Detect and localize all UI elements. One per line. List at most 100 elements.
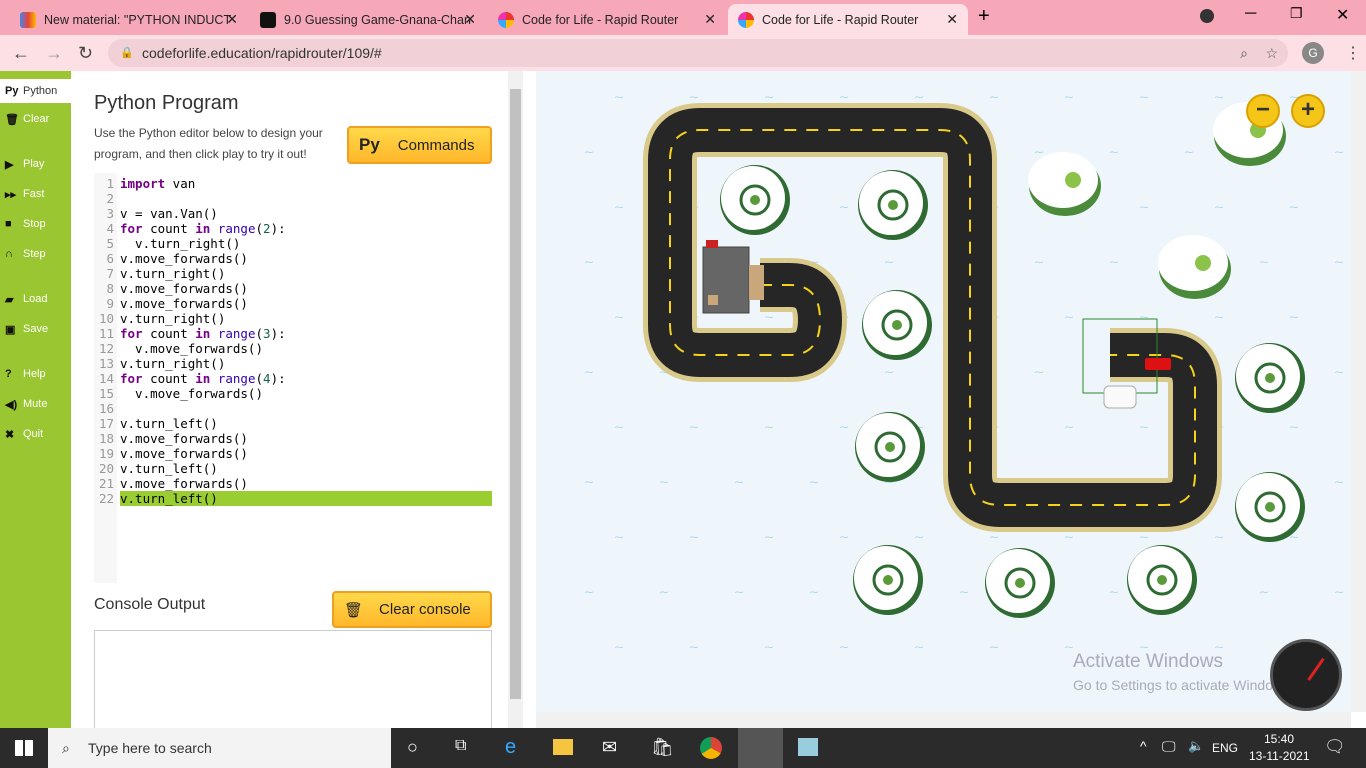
- code-line[interactable]: 22 v.turn_left(): [94, 491, 492, 506]
- code-line[interactable]: 16: [94, 401, 492, 416]
- snow-mark: ⁓: [810, 477, 819, 487]
- panel-scrollbar[interactable]: [508, 71, 523, 728]
- sidebar-item-mute[interactable]: ◀) Mute: [0, 393, 71, 415]
- minimize-button[interactable]: ─: [1245, 5, 1256, 23]
- sidebar-item-load[interactable]: ▰ Load: [0, 288, 71, 310]
- notifications-icon[interactable]: 🗨: [1324, 737, 1346, 757]
- sidebar-item-help[interactable]: ? Help: [0, 363, 71, 385]
- sidebar-item-save[interactable]: ▣ Save: [0, 318, 71, 340]
- close-tab-icon[interactable]: ✕: [704, 11, 716, 28]
- code-line[interactable]: 21 v.move_forwards(): [94, 476, 492, 491]
- code-line[interactable]: 15 v.move_forwards(): [94, 386, 492, 401]
- code-editor[interactable]: 1 import van 2 3 v = van.Van() 4 for count in …: [94, 173, 492, 583]
- zoom-out-button[interactable]: −: [1246, 94, 1280, 128]
- sidebar-item-clear[interactable]: 🗑 Clear: [0, 108, 71, 130]
- maximize-button[interactable]: ❐: [1290, 5, 1303, 22]
- code-line[interactable]: 17 v.turn_left(): [94, 416, 492, 431]
- browser-tab[interactable]: Code for Life - Rapid Router ✕: [488, 4, 726, 35]
- url-input[interactable]: 🔒 codeforlife.education/rapidrouter/109/#…: [108, 39, 1288, 67]
- close-tab-icon[interactable]: ✕: [464, 11, 476, 28]
- code-line[interactable]: 13 v.turn_right(): [94, 356, 492, 371]
- code-line[interactable]: 4 for count in range(2):: [94, 221, 492, 236]
- code-line[interactable]: 12 v.move_forwards(): [94, 341, 492, 356]
- volume-icon[interactable]: 🔈: [1188, 738, 1204, 754]
- codeforlife-icon: [738, 11, 754, 28]
- snow-mark: ⁓: [990, 642, 999, 652]
- code-line[interactable]: 14 for count in range(4):: [94, 371, 492, 386]
- taskbar-search-input[interactable]: ⌕ Type here to search: [48, 728, 391, 768]
- forward-button[interactable]: →: [45, 43, 63, 64]
- trash-icon: 🗑: [344, 601, 364, 619]
- game-scrollbar-horizontal[interactable]: [536, 712, 1351, 728]
- code-line[interactable]: 1 import van: [94, 176, 492, 191]
- reload-button[interactable]: ↻: [78, 43, 93, 64]
- snow-mark: ⁓: [615, 422, 624, 432]
- edge-icon[interactable]: e: [505, 736, 516, 759]
- close-window-button[interactable]: ✕: [1336, 5, 1349, 25]
- show-hidden-icons[interactable]: ^: [1140, 738, 1147, 754]
- tab-strip: New material: "PYTHON INDUCT ✕ 9.0 Guessi…: [0, 0, 1366, 35]
- code-line[interactable]: 9 v.move_forwards(): [94, 296, 492, 311]
- snow-mark: ⁓: [1140, 92, 1149, 102]
- sidebar-item-stop[interactable]: ■ Stop: [0, 213, 71, 235]
- file-explorer-icon[interactable]: [553, 739, 573, 755]
- profile-avatar[interactable]: G: [1302, 42, 1324, 64]
- code-line[interactable]: 6 v.move_forwards(): [94, 251, 492, 266]
- folder-icon: ▰: [5, 293, 14, 306]
- game-scrollbar-vertical[interactable]: [1351, 71, 1366, 712]
- console-output[interactable]: [94, 630, 492, 730]
- cortana-icon[interactable]: ○: [407, 737, 418, 758]
- clear-console-button[interactable]: 🗑 Clear console: [332, 591, 492, 628]
- snow-mark: ⁓: [1035, 147, 1044, 157]
- sidebar-item-fast[interactable]: ▸▸ Fast: [0, 183, 71, 205]
- code-line[interactable]: 3v = van.Van(): [94, 206, 492, 221]
- close-tab-icon[interactable]: ✕: [226, 11, 238, 28]
- windows-start-icon[interactable]: [15, 740, 33, 756]
- task-view-icon[interactable]: ⧉: [455, 737, 466, 755]
- mail-icon[interactable]: ✉: [602, 737, 617, 758]
- browser-tab[interactable]: New material: "PYTHON INDUCT ✕: [10, 4, 248, 35]
- commands-button[interactable]: Py Commands: [347, 126, 492, 164]
- snow-mark: ⁓: [1335, 257, 1344, 267]
- code-line[interactable]: 5 v.turn_right(): [94, 236, 492, 251]
- menu-icon[interactable]: ⋮: [1345, 43, 1361, 63]
- gmail-icon: [20, 11, 36, 28]
- zoom-in-button[interactable]: +: [1291, 94, 1325, 128]
- code-line[interactable]: 11 for count in range(3):: [94, 326, 492, 341]
- code-line[interactable]: 20 v.turn_left(): [94, 461, 492, 476]
- tab-search-icon[interactable]: [1200, 9, 1214, 23]
- code-line[interactable]: 19 v.move_forwards(): [94, 446, 492, 461]
- network-icon[interactable]: 🖵: [1162, 738, 1176, 755]
- language-indicator[interactable]: ENG: [1212, 741, 1238, 755]
- code-line[interactable]: 7 v.turn_right(): [94, 266, 492, 281]
- back-button[interactable]: ←: [12, 43, 30, 64]
- snow-mark: ⁓: [840, 202, 849, 212]
- chrome-profile-icon[interactable]: [738, 728, 783, 768]
- code-line[interactable]: 10 v.turn_right(): [94, 311, 492, 326]
- browser-tab[interactable]: 9.0 Guessing Game-Gnana-Chan ✕: [250, 4, 486, 35]
- snowy-bush: [1158, 235, 1231, 299]
- store-icon[interactable]: 🛍: [651, 737, 674, 758]
- code-line[interactable]: 8 v.move_forwards(): [94, 281, 492, 296]
- python-icon: Py: [359, 135, 380, 154]
- sidebar-item-python[interactable]: Py Python: [0, 79, 71, 103]
- new-tab-button[interactable]: +: [978, 5, 990, 28]
- close-tab-icon[interactable]: ✕: [946, 11, 958, 28]
- code-line[interactable]: 18 v.move_forwards(): [94, 431, 492, 446]
- browser-tab-active[interactable]: Code for Life - Rapid Router ✕: [728, 4, 968, 35]
- bookmark-star-icon[interactable]: ☆: [1265, 39, 1278, 67]
- sidebar-item-play[interactable]: ▶ Play: [0, 153, 71, 175]
- chrome-icon[interactable]: [700, 737, 722, 759]
- snow-mark: ⁓: [615, 92, 624, 102]
- page-title: Python Program: [94, 92, 239, 114]
- snow-mark: ⁓: [1215, 92, 1224, 102]
- game-canvas[interactable]: ⁓ ⁓ ⁓ ⁓ ⁓ ⁓ ⁓ ⁓ ⁓ ⁓ ⁓ ⁓ ⁓ ⁓ ⁓ ⁓ ⁓ ⁓ ⁓ ⁓ ⁓ ⁓ ⁓ ⁓ ⁓ ⁓ ⁓ ⁓ ⁓ ⁓ ⁓ ⁓ ⁓ ⁓ ⁓ ⁓ ⁓ ⁓ ⁓ ⁓…: [536, 71, 1366, 712]
- code-line[interactable]: 2: [94, 191, 492, 206]
- clock-time[interactable]: 15:40: [1264, 732, 1294, 746]
- sidebar-item-step[interactable]: ∩ Step: [0, 243, 71, 265]
- zoom-icon[interactable]: ⌕: [1240, 39, 1248, 67]
- snow-mark: ⁓: [1110, 587, 1119, 597]
- app-icon[interactable]: [798, 738, 818, 756]
- sidebar-item-quit[interactable]: ✖ Quit: [0, 423, 71, 445]
- clock-date[interactable]: 13-11-2021: [1249, 749, 1310, 763]
